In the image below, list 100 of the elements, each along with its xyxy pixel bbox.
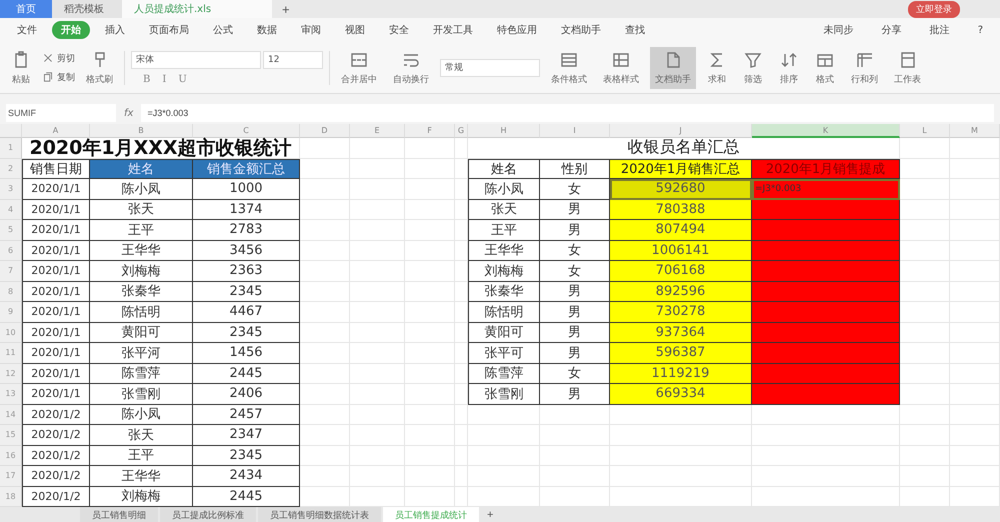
empty-cell[interactable] (350, 261, 405, 282)
empty-cell[interactable] (350, 138, 405, 158)
toolbar-link[interactable]: 分享 (872, 21, 911, 39)
empty-cell[interactable] (405, 446, 455, 466)
column-header[interactable]: K (752, 124, 900, 138)
empty-cell[interactable] (405, 384, 455, 404)
ribbon-tab[interactable]: 安全 (380, 21, 418, 39)
ribbon-button[interactable]: 行和列 (846, 46, 883, 88)
ribbon-button[interactable]: 文档助手 (650, 46, 696, 88)
format-button[interactable]: U (178, 74, 187, 84)
empty-cell[interactable] (405, 179, 455, 200)
empty-cell[interactable] (950, 261, 1000, 282)
empty-cell[interactable] (300, 364, 350, 384)
ribbon-tab[interactable]: 文档助手 (552, 21, 610, 39)
ribbon-button[interactable]: 排序 (774, 46, 804, 88)
empty-cell[interactable] (350, 425, 405, 446)
empty-cell[interactable] (900, 446, 950, 466)
sheet-tab[interactable]: 员工销售明细数据统计表 (258, 507, 381, 522)
ribbon-tab[interactable]: 审阅 (292, 21, 330, 39)
column-header[interactable]: M (950, 124, 1000, 138)
select-all-corner[interactable] (0, 124, 22, 138)
font-field[interactable]: 宋体 (131, 50, 261, 68)
ribbon-tab[interactable]: 开发工具 (424, 21, 482, 39)
ribbon-button[interactable]: 剪切 (42, 52, 75, 64)
row-number[interactable]: 17 (0, 466, 22, 486)
ribbon-button[interactable]: 格式 (810, 46, 840, 88)
formula-field[interactable]: =J3*0.003 (141, 104, 994, 122)
row-number[interactable]: 11 (0, 343, 22, 364)
toolbar-link[interactable]: 批注 (920, 21, 959, 39)
empty-cell[interactable] (900, 466, 950, 486)
empty-cell[interactable] (950, 282, 1000, 302)
ribbon-button[interactable]: 求和 (702, 46, 732, 88)
empty-cell[interactable] (610, 425, 752, 446)
empty-cell[interactable] (455, 446, 468, 466)
cell-input[interactable]: =J3*0.003 (752, 179, 900, 200)
column-header[interactable]: L (900, 124, 950, 138)
empty-cell[interactable] (950, 364, 1000, 384)
add-sheet-button[interactable]: + (481, 507, 500, 522)
empty-cell[interactable] (540, 446, 610, 466)
ribbon-button[interactable]: 工作表 (889, 46, 926, 88)
row-number[interactable]: 10 (0, 322, 22, 343)
empty-cell[interactable] (350, 343, 405, 364)
sheet-tab[interactable]: 员工销售明细 (80, 507, 158, 522)
empty-cell[interactable] (540, 404, 610, 425)
empty-cell[interactable] (300, 446, 350, 466)
empty-cell[interactable] (405, 302, 455, 322)
ribbon-button[interactable]: 粘贴 (6, 46, 36, 88)
column-header[interactable]: G (455, 124, 468, 138)
empty-cell[interactable] (300, 282, 350, 302)
empty-cell[interactable] (350, 404, 405, 425)
empty-cell[interactable] (752, 425, 900, 446)
ribbon-button[interactable]: 格式刷 (81, 46, 118, 88)
column-header[interactable]: J (610, 124, 752, 138)
row-number[interactable]: 2 (0, 158, 22, 179)
row-number[interactable]: 13 (0, 384, 22, 404)
empty-cell[interactable] (300, 302, 350, 322)
row-number[interactable]: 15 (0, 425, 22, 446)
empty-cell[interactable] (300, 404, 350, 425)
empty-cell[interactable] (468, 404, 540, 425)
empty-cell[interactable] (455, 425, 468, 446)
empty-cell[interactable] (405, 240, 455, 261)
column-header[interactable]: H (468, 124, 540, 138)
empty-cell[interactable] (350, 466, 405, 486)
empty-cell[interactable] (950, 425, 1000, 446)
ribbon-button[interactable]: 表格样式 (598, 46, 644, 88)
empty-cell[interactable] (468, 425, 540, 446)
empty-cell[interactable] (950, 179, 1000, 200)
empty-cell[interactable] (350, 364, 405, 384)
empty-cell[interactable] (752, 404, 900, 425)
ribbon-tab[interactable]: 数据 (248, 21, 286, 39)
empty-cell[interactable] (405, 158, 455, 179)
empty-cell[interactable] (610, 446, 752, 466)
empty-cell[interactable] (610, 404, 752, 425)
row-number[interactable]: 14 (0, 404, 22, 425)
empty-cell[interactable] (950, 220, 1000, 240)
empty-cell[interactable] (405, 364, 455, 384)
empty-cell[interactable] (950, 404, 1000, 425)
empty-cell[interactable] (350, 240, 405, 261)
row-number[interactable]: 1 (0, 138, 22, 158)
column-header[interactable]: I (540, 124, 610, 138)
ribbon-button[interactable]: 复制 (42, 70, 75, 84)
sheet-tab[interactable]: 员工销售提成统计 (383, 507, 479, 522)
empty-cell[interactable] (300, 261, 350, 282)
document-tab[interactable]: 人员提成统计.xls (122, 0, 272, 18)
empty-cell[interactable] (900, 425, 950, 446)
empty-cell[interactable] (350, 302, 405, 322)
empty-cell[interactable] (540, 425, 610, 446)
empty-cell[interactable] (300, 466, 350, 486)
row-number[interactable]: 5 (0, 220, 22, 240)
empty-cell[interactable] (405, 138, 455, 158)
empty-cell[interactable] (900, 404, 950, 425)
row-number[interactable]: 12 (0, 364, 22, 384)
search-button[interactable]: 查找 (616, 21, 654, 39)
empty-cell[interactable] (405, 261, 455, 282)
empty-cell[interactable] (752, 466, 900, 486)
empty-cell[interactable] (300, 425, 350, 446)
empty-cell[interactable] (950, 158, 1000, 179)
function-label[interactable]: fx (124, 108, 134, 118)
empty-cell[interactable] (405, 425, 455, 446)
row-number[interactable]: 16 (0, 446, 22, 466)
